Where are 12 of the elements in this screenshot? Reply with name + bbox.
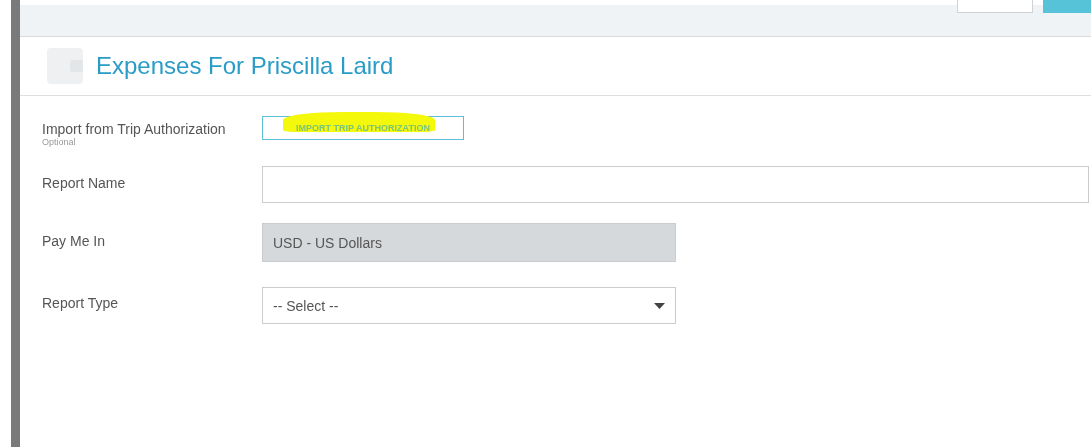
- text-field[interactable]: [262, 166, 1089, 203]
- page-title: Expenses For Priscilla Laird: [96, 52, 394, 80]
- select-field[interactable]: -- Select --: [262, 287, 676, 324]
- header-button[interactable]: [1043, 0, 1091, 13]
- field-hint: Optional: [42, 137, 77, 147]
- field-label: Import from Trip Authorization: [42, 121, 227, 137]
- field-label: Report Name: [42, 175, 127, 191]
- field-label: Report Type: [42, 295, 119, 311]
- wallet-icon: [46, 46, 84, 86]
- header-button[interactable]: [957, 0, 1033, 13]
- field-label: Pay Me In: [42, 233, 107, 249]
- caret-icon: [654, 302, 665, 309]
